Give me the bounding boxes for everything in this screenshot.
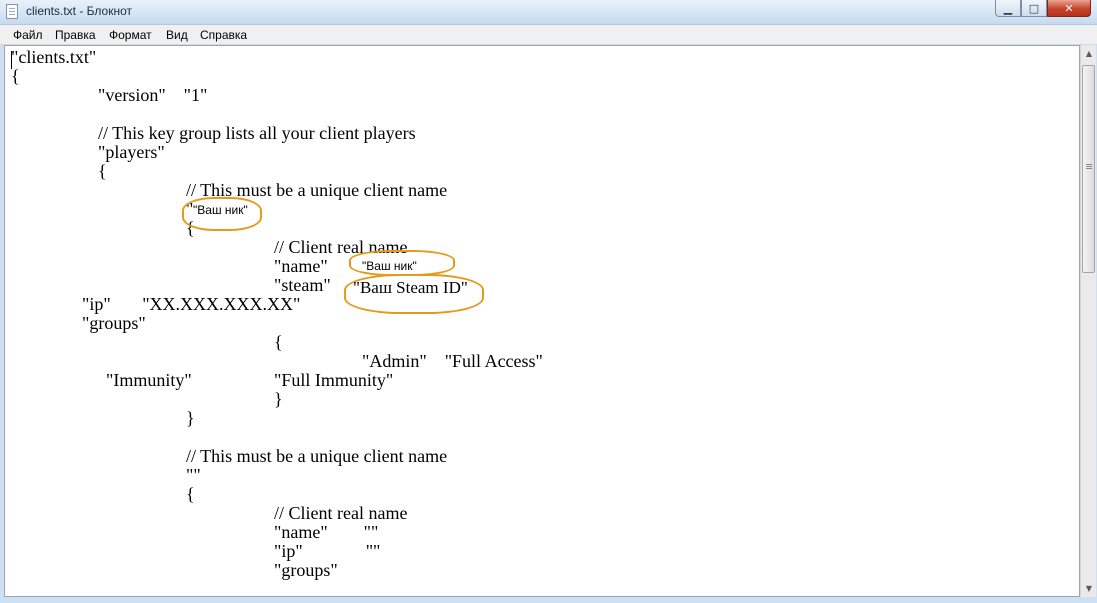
text-line: "Admin" "Full Access" <box>362 351 543 371</box>
scrollbar-thumb[interactable] <box>1082 65 1095 273</box>
title-bar[interactable]: clients.txt - Блокнот ▁ □ ✕ <box>0 0 1097 25</box>
highlight-steam-label: "Ваш Steam ID" <box>353 278 468 297</box>
menu-file[interactable]: Файл <box>13 28 43 42</box>
text-line: // Client real name <box>274 503 408 523</box>
text-line: "Immunity" <box>106 370 192 390</box>
menu-edit[interactable]: Правка <box>55 28 96 42</box>
text-line: { <box>274 332 283 352</box>
text-line: "" <box>186 465 201 485</box>
text-line: // This must be a unique client name <box>186 446 448 466</box>
close-button[interactable]: ✕ <box>1047 0 1091 17</box>
menu-help[interactable]: Справка <box>200 28 247 42</box>
text-line: { <box>98 161 107 181</box>
scroll-down-icon[interactable]: ▼ <box>1081 580 1097 597</box>
text-line: { <box>186 484 195 504</box>
maximize-button[interactable]: □ <box>1021 0 1047 17</box>
scroll-up-icon[interactable]: ▲ <box>1081 45 1097 62</box>
text-line: "name" "" <box>274 522 379 542</box>
menu-bar: Файл Правка Формат Вид Справка <box>0 25 1097 45</box>
text-editor[interactable]: "clients.txt" { "version" "1" // This ke… <box>4 45 1080 597</box>
menu-format[interactable]: Формат <box>109 28 152 42</box>
text-line: "clients.txt" <box>11 47 97 67</box>
text-line: "groups" <box>82 313 146 333</box>
text-line: "groups" <box>274 560 338 580</box>
text-line: "ip" "" <box>274 541 381 561</box>
window-frame-bottom <box>0 597 1097 603</box>
menu-view[interactable]: Вид <box>166 28 188 42</box>
text-line: "ip" "XX.XXX.XXX.XX" <box>82 294 301 314</box>
text-line: } <box>186 408 195 428</box>
text-line: "name" <box>274 256 328 276</box>
text-line: } <box>274 389 283 409</box>
window-title: clients.txt - Блокнот <box>26 4 133 18</box>
text-line: "players" <box>98 142 165 162</box>
vertical-scrollbar[interactable]: ▲ ▼ <box>1080 45 1096 597</box>
highlight-name-label: "Ваш ник" <box>362 259 417 273</box>
text-line: // This key group lists all your client … <box>98 123 416 143</box>
minimize-button[interactable]: ▁ <box>995 0 1021 17</box>
text-line: { <box>11 66 20 86</box>
text-line: "Full Immunity" <box>274 370 394 390</box>
highlight-nickname-label: "Ваш ник" <box>193 203 248 217</box>
notepad-icon <box>6 4 18 19</box>
text-line: "version" "1" <box>98 85 208 105</box>
grip-icon <box>1086 164 1092 165</box>
window-controls: ▁ □ ✕ <box>995 0 1091 18</box>
text-line: "steam" <box>274 275 331 295</box>
